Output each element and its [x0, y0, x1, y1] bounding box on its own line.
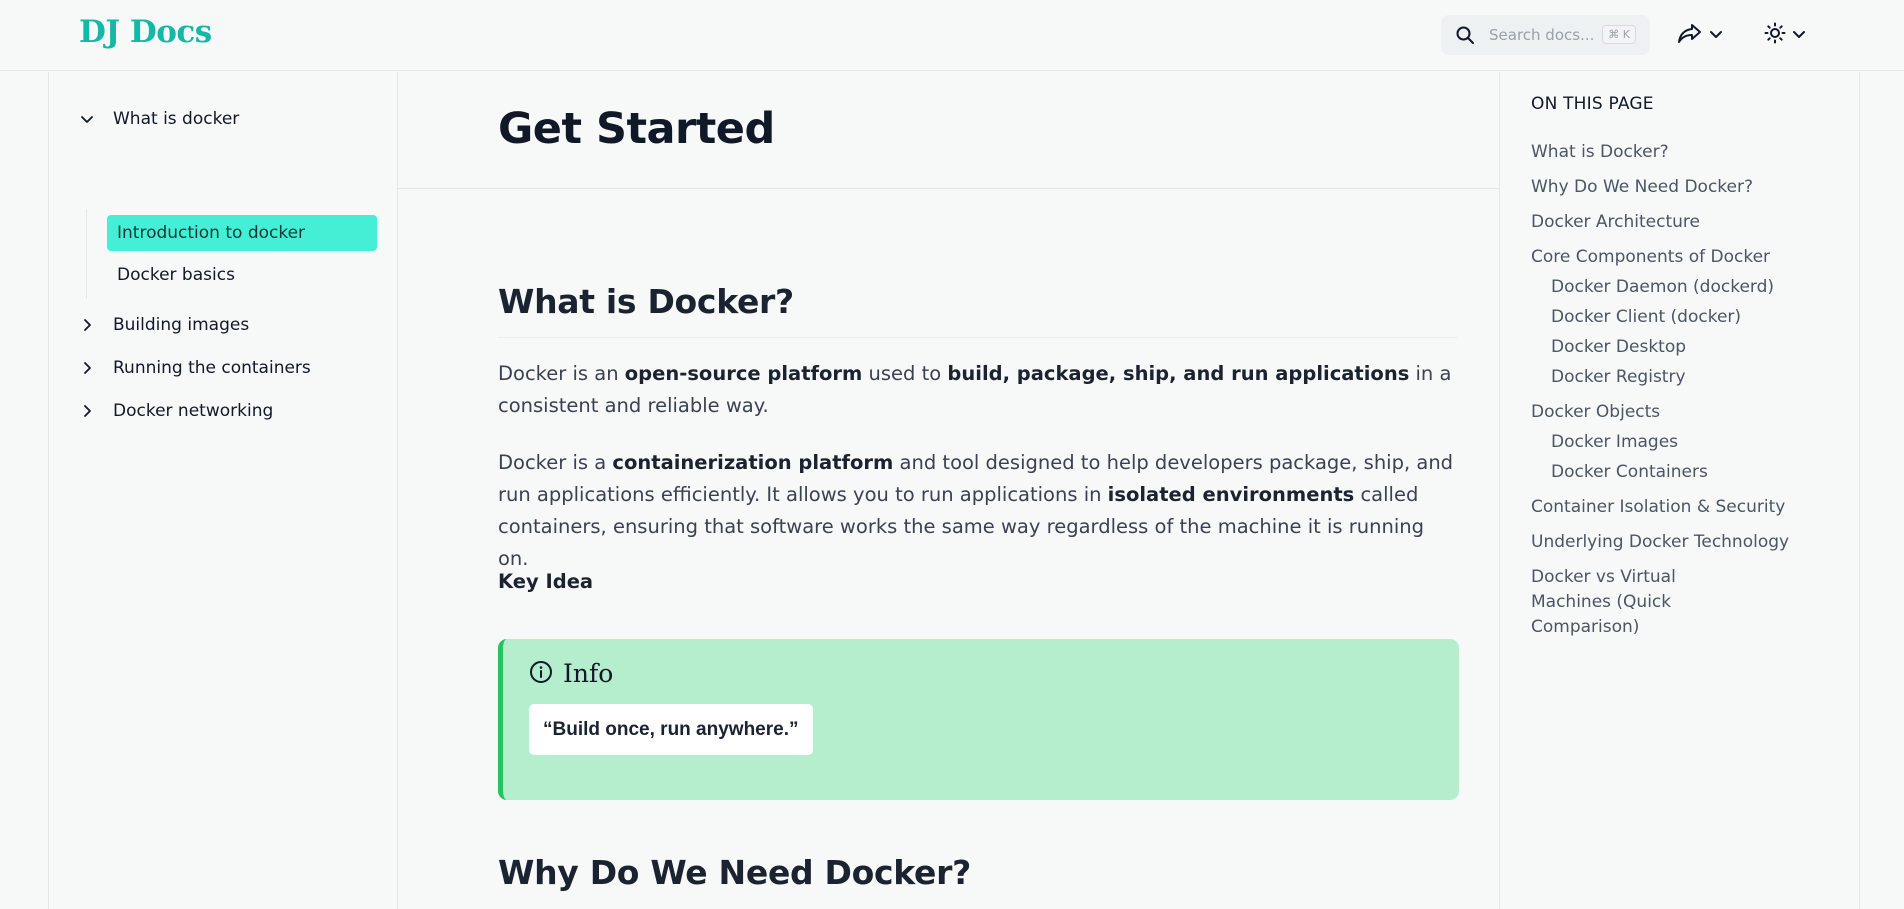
toc-item[interactable]: Docker Client (docker): [1551, 305, 1811, 330]
search-box[interactable]: Search docs... ⌘ K: [1441, 15, 1650, 55]
top-header: DJ Docs Search docs... ⌘ K: [0, 0, 1904, 71]
callout-quote: “Build once, run anywhere.”: [529, 704, 813, 755]
site-logo[interactable]: DJ Docs: [79, 14, 212, 50]
toc-item[interactable]: Docker Objects: [1531, 400, 1791, 425]
sidebar-group-label: Building images: [113, 315, 250, 335]
toc-item[interactable]: Docker Containers: [1551, 460, 1811, 485]
search-placeholder: Search docs...: [1489, 26, 1595, 44]
toc-item[interactable]: Docker Images: [1551, 430, 1811, 455]
search-shortcut-badge: ⌘ K: [1602, 25, 1636, 44]
callout-header: Info: [529, 659, 613, 688]
info-icon: [529, 660, 553, 688]
sidebar-divider: [397, 72, 398, 909]
sidebar-group-running-the-containers[interactable]: Running the containers: [79, 358, 311, 378]
sidebar-group-label: Docker networking: [113, 401, 274, 421]
description-paragraph: Docker is a containerization platform an…: [498, 451, 1454, 570]
search-icon: [1455, 25, 1475, 45]
page-title: Get Started: [498, 104, 775, 154]
title-divider: [398, 188, 1500, 189]
sidebar-group-building-images[interactable]: Building images: [79, 315, 249, 335]
toc-divider: [1499, 72, 1500, 909]
section-divider: [498, 337, 1458, 338]
callout-title: Info: [563, 659, 614, 688]
sidebar-item-docker-basics[interactable]: Docker basics: [117, 263, 235, 287]
sidebar-group-what-is-docker[interactable]: What is docker: [79, 109, 239, 129]
sidebar-group-docker-networking[interactable]: Docker networking: [79, 401, 273, 421]
toc-item[interactable]: Docker Architecture: [1531, 210, 1791, 235]
toc-item[interactable]: What is Docker?: [1531, 140, 1791, 165]
key-idea-label: Key Idea: [498, 570, 594, 593]
sidebar-item-introduction-to-docker[interactable]: Introduction to docker: [107, 215, 377, 251]
toc-item[interactable]: Docker Registry: [1551, 365, 1811, 390]
section-heading-what-is-docker: What is Docker?: [498, 282, 794, 321]
sidebar-group-label: Running the containers: [113, 358, 311, 378]
chevron-down-icon: [1709, 26, 1723, 45]
info-callout: Info “Build once, run anywhere.”: [498, 639, 1459, 800]
share-button[interactable]: [1677, 18, 1723, 52]
right-frame-divider: [1859, 72, 1860, 909]
chevron-down-icon: [79, 111, 95, 127]
toc-item[interactable]: Docker Daemon (dockerd): [1551, 275, 1811, 300]
left-frame-divider: [48, 72, 49, 909]
chevron-down-icon: [1792, 26, 1806, 45]
toc-title: ON THIS PAGE: [1531, 94, 1654, 114]
intro-paragraph: Docker is an open-source platform used t…: [498, 362, 1452, 417]
sun-icon: [1764, 22, 1786, 48]
toc-item[interactable]: Container Isolation & Security: [1531, 495, 1791, 520]
sidebar-group-label: What is docker: [113, 109, 240, 129]
chevron-right-icon: [79, 360, 95, 376]
subnav-guide-line: [86, 209, 87, 299]
chevron-right-icon: [79, 403, 95, 419]
toc-item[interactable]: Core Components of Docker: [1531, 245, 1791, 270]
toc-item[interactable]: Why Do We Need Docker?: [1531, 175, 1791, 200]
theme-toggle-button[interactable]: [1764, 18, 1806, 52]
toc-item[interactable]: Underlying Docker Technology: [1531, 530, 1791, 555]
share-icon: [1677, 22, 1703, 48]
chevron-right-icon: [79, 317, 95, 333]
toc-item[interactable]: Docker Desktop: [1551, 335, 1811, 360]
section-heading-why-docker: Why Do We Need Docker?: [498, 853, 971, 892]
toc-item[interactable]: Docker vs Virtual Machines (Quick Compar…: [1531, 565, 1761, 640]
